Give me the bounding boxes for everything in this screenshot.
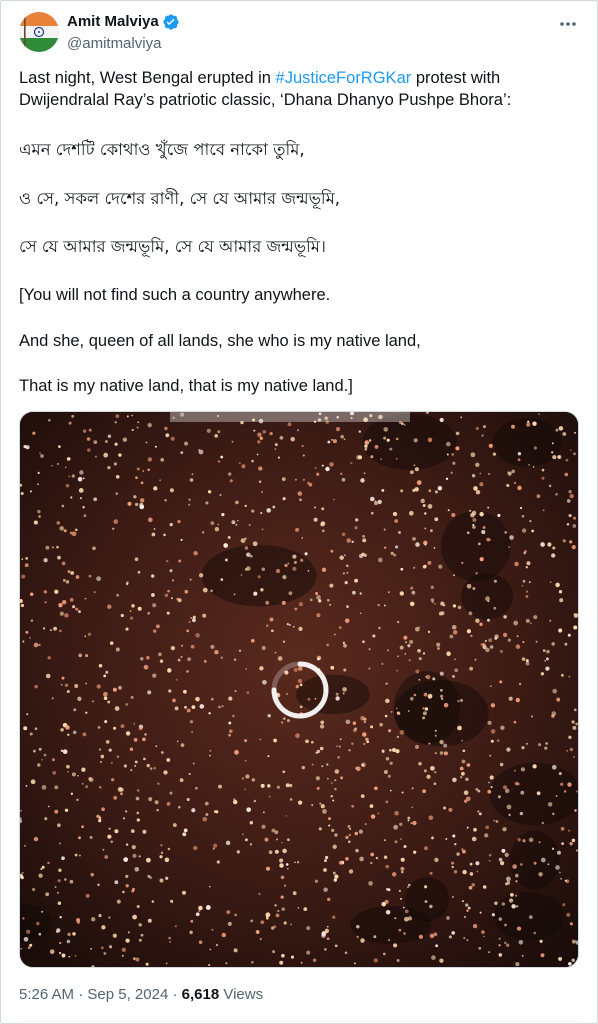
meta-separator: · xyxy=(78,986,84,1003)
intro-text-line2: Dwijendralal Ray’s patriotic classic, ‘D… xyxy=(19,91,512,109)
india-flag-avatar-icon[interactable] xyxy=(19,12,59,52)
tweet-date[interactable]: Sep 5, 2024 xyxy=(87,986,168,1003)
tweet-intro: Last night, West Bengal erupted in #Just… xyxy=(19,67,581,111)
more-options-icon[interactable] xyxy=(557,14,579,34)
meta-separator: · xyxy=(172,986,178,1003)
video-player[interactable] xyxy=(19,411,579,968)
bengali-line-1: এমন দেশটি কোথাও খুঁজে পাবে নাকো তুমি, xyxy=(19,140,305,159)
views-label: Views xyxy=(223,986,264,1003)
loading-spinner-icon xyxy=(269,659,331,721)
bengali-line-2: ও সে, সকল দেশের রাণী, সে যে আমার জন্মভূম… xyxy=(19,189,341,208)
tweet-card: Amit Malviya @amitmalviya Last night, We… xyxy=(0,0,598,1024)
divider xyxy=(19,1021,581,1022)
bengali-line-3: সে যে আমার জন্মভূমি, সে যে আমার জন্মভূমি… xyxy=(19,237,326,256)
tweet-header: Amit Malviya @amitmalviya xyxy=(19,12,581,56)
translation-line-3: That is my native land, that is my nativ… xyxy=(19,377,353,395)
tweet-meta: 5:26 AM · Sep 5, 2024 · 6,618 Views xyxy=(19,985,263,1005)
views-count: 6,618 xyxy=(181,986,220,1003)
translation-line-2: And she, queen of all lands, she who is … xyxy=(19,332,421,350)
translation-line-1: [You will not find such a country anywhe… xyxy=(19,286,331,304)
author-block: Amit Malviya @amitmalviya xyxy=(67,12,180,54)
author-handle[interactable]: @amitmalviya xyxy=(67,34,180,54)
intro-text-end: protest with xyxy=(411,69,501,87)
author-display-name[interactable]: Amit Malviya xyxy=(67,12,159,32)
tweet-time[interactable]: 5:26 AM xyxy=(19,986,74,1003)
verified-badge-icon xyxy=(162,13,180,31)
hashtag-link[interactable]: #JusticeForRGKar xyxy=(276,69,412,87)
intro-text-start: Last night, West Bengal erupted in xyxy=(19,69,276,87)
